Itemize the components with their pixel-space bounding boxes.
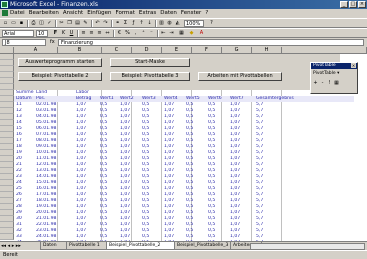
column-header-h[interactable]: H xyxy=(252,47,282,54)
menu-bar: Datei Bearbeiten Ansicht Einfügen Format Extr… xyxy=(0,9,367,18)
startmaske-button[interactable]: Start-Maske xyxy=(110,58,190,67)
sheet-tab[interactable]: Pivottabelle 1 xyxy=(66,242,108,250)
decrease-decimal-icon[interactable]: ⁻ xyxy=(148,30,155,37)
title-bar: Microsoft Excel - Finanzen.xls _ □ × xyxy=(0,0,367,9)
paste-icon[interactable]: ▤ xyxy=(74,20,81,27)
increase-decimal-icon[interactable]: ⁺ xyxy=(140,30,147,37)
horizontal-scrollbar[interactable] xyxy=(250,243,365,250)
underline-icon[interactable]: U xyxy=(68,30,75,37)
close-icon[interactable]: × xyxy=(351,63,356,68)
borders-icon[interactable]: ▦ xyxy=(178,30,185,37)
maximize-icon[interactable]: □ xyxy=(349,1,357,8)
menu-item-7[interactable]: Fenster xyxy=(181,10,201,16)
pivot-toolbar-icons: + - ! ▦ xyxy=(313,80,339,86)
decrease-indent-icon[interactable]: ⇤ xyxy=(160,30,167,37)
currency-icon[interactable]: € xyxy=(116,30,123,37)
sheet-tab[interactable]: Beispiel_Pivottabelle_2 xyxy=(106,242,176,250)
zoom-combo[interactable]: 100% xyxy=(184,20,204,27)
new-icon[interactable]: ▫ xyxy=(2,20,9,27)
column-header-c[interactable]: C xyxy=(102,47,132,54)
copy-icon[interactable]: ❐ xyxy=(66,20,73,27)
print-preview-icon[interactable]: ◫ xyxy=(38,20,45,27)
redo-icon[interactable]: ↷ xyxy=(102,20,109,27)
percent-icon[interactable]: % xyxy=(124,30,131,37)
excel-window: Microsoft Excel - Finanzen.xls _ □ × Dat… xyxy=(0,0,367,259)
menu-item-5[interactable]: Extras xyxy=(139,10,156,16)
open-icon[interactable]: ▭ xyxy=(10,20,17,27)
italic-icon[interactable]: K xyxy=(60,30,67,37)
minimize-icon[interactable]: _ xyxy=(340,1,348,8)
window-title: Microsoft Excel - Finanzen.xls xyxy=(10,1,98,8)
hide-detail-icon[interactable]: - xyxy=(320,80,325,86)
menu-item-4[interactable]: Format xyxy=(116,10,135,16)
column-header-g[interactable]: G xyxy=(222,47,252,54)
font-color-icon[interactable]: A xyxy=(198,30,205,37)
menu-item-6[interactable]: Daten xyxy=(160,10,177,16)
column-header-f[interactable]: F xyxy=(192,47,222,54)
format-painter-icon[interactable]: ✎ xyxy=(82,20,89,27)
align-left-icon[interactable]: ≡ xyxy=(80,30,87,37)
column-header-e[interactable]: E xyxy=(162,47,192,54)
refresh-icon[interactable]: ! xyxy=(327,80,332,86)
map-icon[interactable]: ◍ xyxy=(166,20,173,27)
status-bar: Bereit xyxy=(0,250,367,259)
sheet-tab[interactable]: Beispiel_Pivottabelle_3 xyxy=(174,242,232,250)
arbeiten-pivot-button[interactable]: Arbeiten mit Pivottabellen xyxy=(198,72,282,81)
function-icon[interactable]: ƒ xyxy=(130,20,137,27)
column-header-a[interactable]: A xyxy=(14,47,58,54)
chart-wizard-icon[interactable]: ▥ xyxy=(158,20,165,27)
show-detail-icon[interactable]: + xyxy=(313,80,318,86)
print-icon[interactable]: ⎙ xyxy=(30,20,37,27)
formula-input[interactable]: Finanzierung xyxy=(58,39,364,46)
close-icon[interactable]: × xyxy=(358,1,366,8)
font-size-combo[interactable]: 10 xyxy=(36,30,48,37)
fill-color-icon[interactable]: ◆ xyxy=(188,30,195,37)
sheet-tab[interactable]: Daten xyxy=(40,242,68,250)
bold-icon[interactable]: F xyxy=(52,30,59,37)
menu-item-1[interactable]: Bearbeiten xyxy=(29,10,59,16)
pivot2-button[interactable]: Beispiel: Pivottabelle 2 xyxy=(18,72,102,81)
thousands-icon[interactable]: , xyxy=(132,30,139,37)
pivottable-toolbar: PivotTable × PivotTable ▾ + - ! ▦ xyxy=(310,62,358,94)
excel-app-icon[interactable] xyxy=(1,1,8,8)
drawing-icon[interactable]: ◭ xyxy=(174,20,181,27)
font-name-combo[interactable]: Arial xyxy=(2,30,34,37)
sort-descending-icon[interactable]: ↓ xyxy=(146,20,153,27)
cut-icon[interactable]: ✂ xyxy=(58,20,65,27)
standard-toolbar: ▫ ▭ ▪ ⎙ ◫ ✓ ✂ ❐ ▤ ✎ ↶ ↷ ⚭ Σ ƒ ↑ ↓ ▥ ◍ ◭ … xyxy=(0,18,367,28)
sort-ascending-icon[interactable]: ↑ xyxy=(138,20,145,27)
auswerteprogramm-button[interactable]: Auswerteprogramm starten xyxy=(18,58,102,67)
function-icon-fx[interactable]: fx xyxy=(50,39,55,46)
field-settings-icon[interactable]: ▦ xyxy=(334,80,339,86)
workbook-icon[interactable] xyxy=(2,10,8,16)
menu-item-3[interactable]: Einfügen xyxy=(87,10,111,16)
column-header-d[interactable]: D xyxy=(132,47,162,54)
autosum-icon[interactable]: Σ xyxy=(122,20,129,27)
formatting-toolbar: Arial 10 F K U ≡ ≡ ≡ ⇔ € % , ⁺ ⁻ ⇤ ⇥ ▦ ◆… xyxy=(0,28,367,38)
pivottable-menu[interactable]: PivotTable ▾ xyxy=(313,71,339,76)
menu-item-0[interactable]: Datei xyxy=(10,10,25,16)
merge-center-icon[interactable]: ⇔ xyxy=(104,30,111,37)
formula-bar: J8 fx Finanzierung xyxy=(0,38,367,47)
button-panel: Auswerteprogramm starten Start-Maske Bei… xyxy=(14,54,340,90)
window-controls: _ □ × xyxy=(340,1,366,8)
pivottable-toolbar-title: PivotTable xyxy=(313,63,336,68)
tab-scroll-arrows[interactable]: ◂◂ ◂ ▸ ▸▸ xyxy=(1,243,21,250)
menu-item-8[interactable]: ? xyxy=(205,10,208,16)
help-icon[interactable]: ? xyxy=(208,20,215,27)
menu-item-2[interactable]: Ansicht xyxy=(63,10,83,16)
row-header[interactable] xyxy=(0,234,14,240)
align-center-icon[interactable]: ≡ xyxy=(88,30,95,37)
select-all-corner[interactable] xyxy=(0,47,14,54)
pivot3-button[interactable]: Beispiel: Pivottabelle 3 xyxy=(110,72,190,81)
sheet-tabs-bar: ◂◂ ◂ ▸ ▸▸ Daten Pivottabelle 1 Beispiel_Pi… xyxy=(0,241,367,250)
hyperlink-icon[interactable]: ⚭ xyxy=(114,20,121,27)
name-box[interactable]: J8 xyxy=(2,39,46,46)
undo-icon[interactable]: ↶ xyxy=(94,20,101,27)
column-header-b[interactable]: B xyxy=(58,47,102,54)
align-right-icon[interactable]: ≡ xyxy=(96,30,103,37)
save-icon[interactable]: ▪ xyxy=(18,20,25,27)
spelling-icon[interactable]: ✓ xyxy=(46,20,53,27)
increase-indent-icon[interactable]: ⇥ xyxy=(168,30,175,37)
